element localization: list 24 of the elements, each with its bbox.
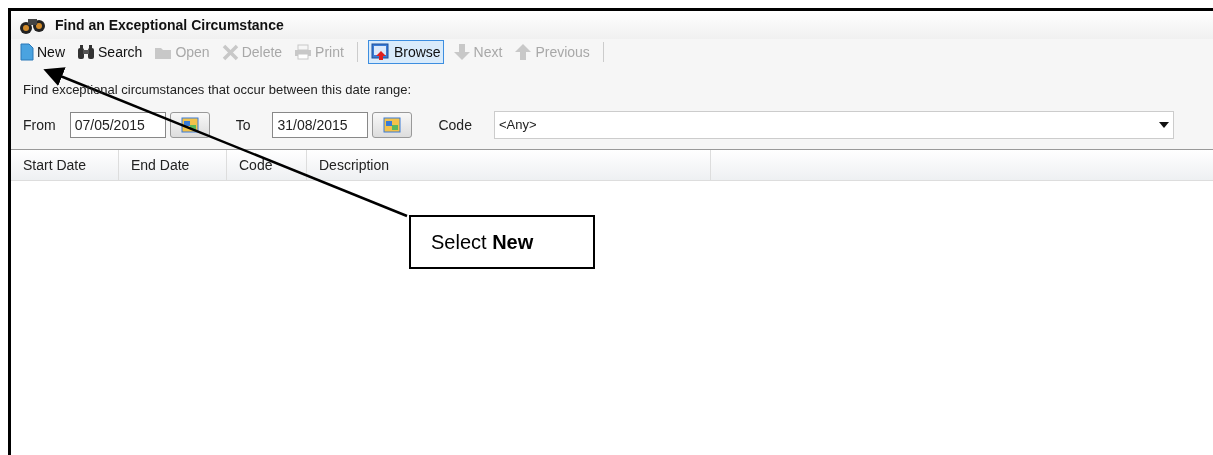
to-label: To	[235, 115, 251, 135]
binoculars-icon	[77, 44, 95, 60]
column-header[interactable]: Description	[307, 150, 711, 180]
dropdown-caret-icon	[1159, 122, 1169, 128]
callout-box: Select New	[409, 215, 595, 269]
column-header[interactable]: Start Date	[11, 150, 119, 180]
up-arrow-icon	[514, 43, 533, 61]
printer-icon	[294, 44, 313, 60]
toolbar-button[interactable]: New	[17, 40, 68, 64]
from-label: From	[23, 115, 56, 135]
column-header[interactable]: End Date	[119, 150, 227, 180]
page-icon	[20, 43, 34, 61]
code-dropdown[interactable]: <Any>	[493, 111, 1174, 139]
toolbar-button[interactable]: Search	[74, 40, 146, 64]
calendar-icon	[383, 117, 402, 133]
toolbar-button[interactable]: Browse	[367, 40, 444, 64]
down-arrow-icon	[452, 43, 471, 61]
code-label: Code	[438, 115, 472, 135]
cross-icon	[221, 43, 239, 61]
window-title: Find an Exceptional Circumstance	[55, 15, 284, 35]
from-date-field[interactable]: 07/05/2015	[69, 112, 166, 138]
browse-icon	[370, 43, 391, 61]
to-date-field[interactable]: 31/08/2015	[272, 112, 369, 138]
column-header[interactable]: Code	[227, 150, 307, 180]
